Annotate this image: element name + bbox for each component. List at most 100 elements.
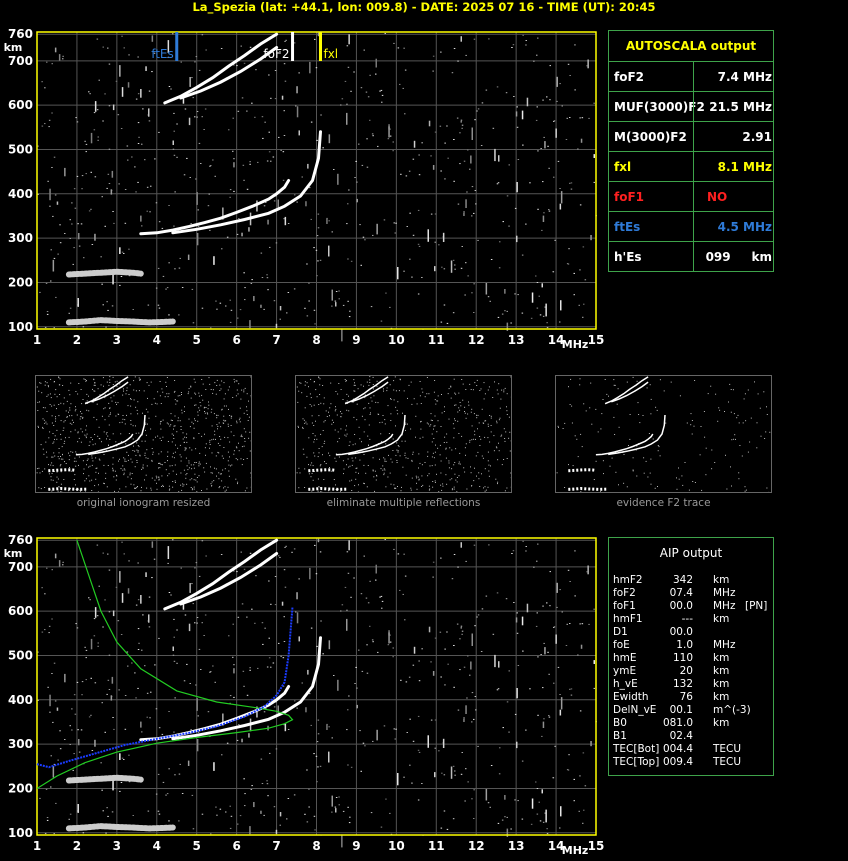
thumb-noise (311, 405, 313, 407)
thumb-noise (126, 451, 128, 453)
thumb-noise (231, 464, 233, 466)
thumb-noise (346, 409, 348, 411)
aip-label: D1 (613, 626, 628, 638)
noise-dot (403, 776, 405, 778)
thumb-noise (504, 440, 506, 442)
thumb-noise (726, 488, 728, 490)
noise-dot (242, 670, 245, 672)
noise-dot (128, 248, 130, 250)
noise-dot (108, 183, 111, 184)
thumb-noise (452, 423, 454, 425)
thumb-noise (564, 422, 566, 424)
thumb-noise (368, 402, 370, 404)
thumb-noise (465, 454, 466, 456)
thumb-noise (483, 382, 485, 384)
noise-dot (355, 666, 357, 668)
noise-dot (68, 312, 70, 314)
thumb-noise (218, 422, 220, 424)
thumb-noise (173, 457, 175, 459)
noise-dot (489, 300, 491, 302)
thumb-noise (479, 445, 481, 446)
noise-dot (438, 750, 440, 752)
thumb-noise (53, 404, 55, 406)
noise-dot (582, 752, 585, 754)
noise-dot (272, 156, 275, 158)
thumb-noise (86, 393, 88, 395)
thumb-noise (39, 401, 40, 403)
thumb-noise (179, 420, 181, 422)
thumb-noise (389, 384, 391, 386)
thumb-noise (412, 451, 414, 453)
thumb-noise (361, 415, 363, 417)
noise-dot (287, 292, 290, 293)
noise-dot (229, 189, 232, 191)
thumb-noise (373, 395, 375, 397)
noise-dot (73, 247, 75, 249)
noise-dot (249, 667, 251, 669)
thumb-noise (366, 486, 368, 488)
thumb-noise (123, 474, 125, 476)
thumb-noise (44, 422, 46, 424)
thumb-noise (132, 425, 134, 427)
thumb-noise (85, 478, 87, 480)
noise-dot (517, 159, 520, 160)
thumb-noise (447, 393, 449, 395)
thumb-noise (183, 484, 185, 486)
thumb-noise (376, 385, 378, 387)
thumb-noise (377, 413, 379, 415)
thumb-noise (442, 485, 444, 487)
noise-dot (574, 44, 576, 46)
thumb-noise (209, 444, 211, 445)
thumb-noise (179, 395, 181, 397)
noise-dot (313, 247, 315, 249)
thumb-noise (183, 411, 185, 412)
thumb-noise (59, 394, 61, 395)
noise-dot (473, 818, 475, 819)
noise-dot (194, 567, 196, 569)
noise-dot (559, 589, 561, 591)
thumb-noise (227, 425, 229, 427)
noise-dot (196, 116, 198, 118)
noise-dot (44, 832, 47, 834)
thumb-noise (133, 445, 134, 447)
noise-dot (52, 259, 55, 272)
aip-value: 004.4 (662, 743, 693, 755)
thumb-noise (165, 381, 167, 383)
thumb-noise (301, 392, 303, 394)
thumb-noise (461, 435, 463, 437)
thumb-noise (174, 380, 176, 381)
noise-dot (335, 797, 338, 798)
noise-dot (463, 717, 465, 719)
noise-dot (104, 93, 106, 95)
noise-dot (421, 277, 423, 278)
noise-dot (52, 215, 54, 217)
noise-dot (451, 72, 454, 74)
noise-dot (306, 821, 309, 823)
noise-dot (229, 196, 231, 198)
noise-dot (249, 552, 252, 554)
aip-unit: km (713, 665, 730, 677)
noise-dot (137, 599, 140, 601)
thumb-noise (303, 419, 305, 421)
thumb-noise (250, 477, 251, 479)
noise-dot (317, 32, 320, 37)
thumb-noise (214, 430, 216, 432)
thumb-noise (244, 490, 246, 492)
noise-dot (404, 113, 406, 115)
thumb-noise (449, 447, 451, 449)
noise-dot (497, 822, 500, 824)
noise-dot (526, 603, 529, 613)
thumb-noise (60, 458, 62, 460)
thumb-noise (191, 478, 193, 480)
noise-dot (195, 178, 197, 180)
noise-dot (417, 715, 420, 717)
thumb-noise (185, 477, 187, 479)
noise-dot (545, 809, 547, 823)
thumb-noise (187, 469, 189, 471)
noise-dot (166, 287, 169, 289)
noise-dot (438, 244, 440, 246)
noise-dot (236, 739, 239, 741)
thumb-noise (304, 422, 306, 424)
thumb-noise (45, 441, 47, 443)
thumb-noise (501, 434, 503, 436)
